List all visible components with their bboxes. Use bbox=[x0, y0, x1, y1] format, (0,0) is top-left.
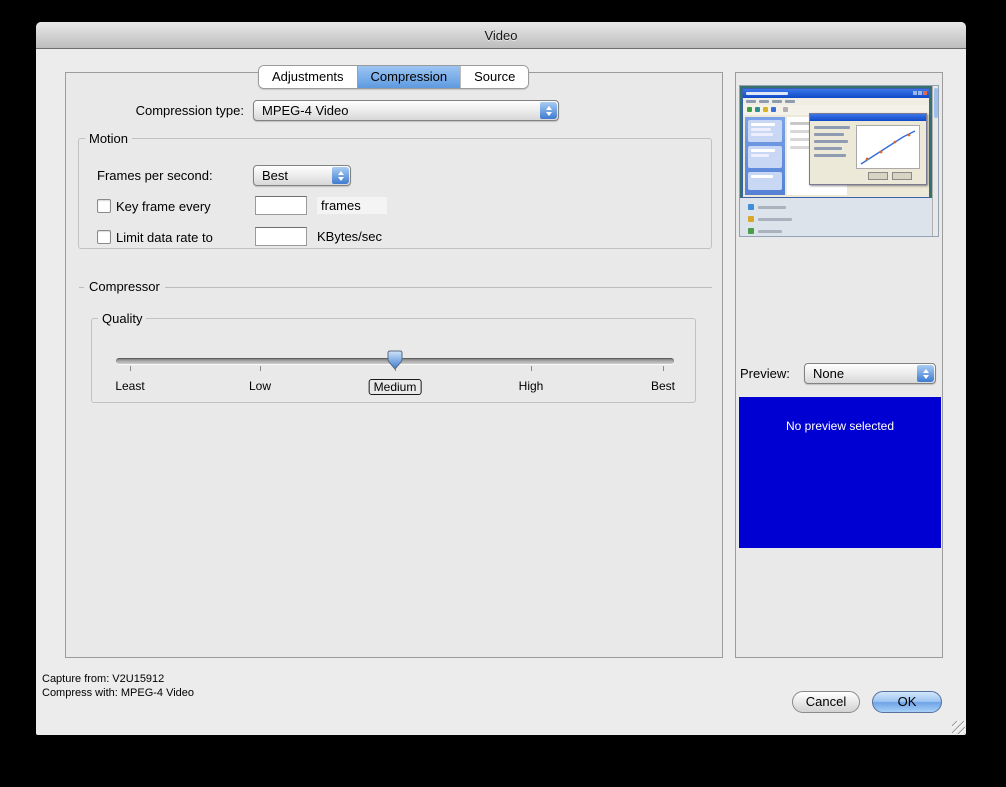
thumbnail-scrollbar bbox=[932, 86, 938, 236]
cancel-button[interactable]: Cancel bbox=[792, 691, 860, 713]
quality-slider-thumb[interactable] bbox=[387, 350, 403, 370]
compressor-divider bbox=[79, 287, 712, 288]
window-titlebar[interactable]: Video bbox=[36, 22, 966, 49]
preview-label: Preview: bbox=[740, 363, 790, 384]
task-pane-section bbox=[748, 120, 782, 142]
scrollbar-thumb bbox=[934, 88, 938, 118]
preview-thumbnail bbox=[739, 85, 939, 237]
motion-group-label: Motion bbox=[85, 131, 132, 146]
thumbnail-titlebar bbox=[743, 89, 929, 98]
task-pane-section bbox=[748, 172, 782, 190]
slider-tick bbox=[130, 366, 131, 371]
compression-type-select[interactable]: MPEG-4 Video bbox=[253, 100, 559, 121]
inner-dialog-button bbox=[868, 172, 888, 180]
fps-label: Frames per second: bbox=[97, 165, 213, 186]
quality-group: Quality Least Low Medium bbox=[91, 311, 696, 403]
compression-type-value: MPEG-4 Video bbox=[262, 101, 536, 120]
keyframe-input[interactable] bbox=[255, 196, 307, 215]
datarate-input[interactable] bbox=[255, 227, 307, 246]
slider-label-medium: Medium bbox=[369, 379, 422, 395]
slider-tick bbox=[531, 366, 532, 371]
toolbar-dot-icon bbox=[771, 107, 776, 112]
datarate-checkbox[interactable] bbox=[97, 230, 111, 244]
compression-settings-panel: Compression type: MPEG-4 Video Motion Fr… bbox=[65, 72, 723, 658]
thumbnail-title-text bbox=[746, 92, 788, 95]
datarate-unit-label: KBytes/sec bbox=[317, 227, 382, 246]
desktop-file-icon bbox=[748, 228, 754, 234]
tab-source[interactable]: Source bbox=[460, 66, 528, 88]
inner-dialog-button bbox=[892, 172, 912, 180]
tab-compression[interactable]: Compression bbox=[357, 66, 461, 88]
preview-select[interactable]: None bbox=[804, 363, 936, 384]
quality-group-label: Quality bbox=[98, 311, 146, 326]
slider-tick bbox=[260, 366, 261, 371]
stepper-icon bbox=[332, 167, 349, 184]
slider-label-low: Low bbox=[249, 379, 271, 393]
preview-value: None bbox=[813, 364, 913, 383]
capture-from-text: Capture from: V2U15912 bbox=[42, 673, 164, 686]
resize-grip[interactable] bbox=[952, 721, 965, 734]
thumbnail-minimize-icon bbox=[913, 91, 917, 95]
inner-dialog-titlebar bbox=[810, 114, 926, 121]
stepper-icon bbox=[917, 365, 934, 382]
slider-label-high: High bbox=[519, 379, 544, 393]
slider-label-best: Best bbox=[651, 379, 675, 393]
thumbnail-close-icon bbox=[923, 91, 927, 95]
toolbar-dot-icon bbox=[783, 107, 788, 112]
preview-display-area: No preview selected bbox=[739, 397, 941, 548]
stepper-icon bbox=[540, 102, 557, 119]
compressor-section: Compressor bbox=[79, 279, 712, 295]
tab-bar: Adjustments Compression Source bbox=[258, 65, 529, 89]
keyframe-unit-label: frames bbox=[317, 197, 387, 214]
compress-with-text: Compress with: MPEG-4 Video bbox=[42, 687, 194, 700]
thumbnail-app-window bbox=[742, 88, 930, 198]
fps-select[interactable]: Best bbox=[253, 165, 351, 186]
motion-group: Motion Frames per second: Best Key frame… bbox=[78, 131, 712, 249]
desktop-file-icon bbox=[748, 216, 754, 222]
thumbnail-maximize-icon bbox=[918, 91, 922, 95]
task-pane-section bbox=[748, 146, 782, 168]
fps-value: Best bbox=[262, 166, 328, 185]
datarate-label: Limit data rate to bbox=[116, 228, 213, 247]
thumbnail-desktop-area bbox=[740, 198, 938, 236]
thumbnail-task-pane bbox=[745, 117, 785, 195]
keyframe-label: Key frame every bbox=[116, 197, 211, 216]
preview-panel: Preview: None No preview selected bbox=[735, 72, 943, 658]
toolbar-dot-icon bbox=[755, 107, 760, 112]
ok-button[interactable]: OK bbox=[872, 691, 942, 713]
thumbnail-inner-dialog bbox=[809, 113, 927, 185]
tab-adjustments[interactable]: Adjustments bbox=[259, 66, 357, 88]
desktop-file-icon bbox=[748, 204, 754, 210]
slider-tick bbox=[663, 366, 664, 371]
compression-type-label: Compression type: bbox=[66, 100, 244, 121]
toolbar-dot-icon bbox=[747, 107, 752, 112]
compressor-section-label: Compressor bbox=[84, 279, 165, 294]
window-title: Video bbox=[484, 28, 517, 43]
keyframe-checkbox[interactable] bbox=[97, 199, 111, 213]
slider-label-least: Least bbox=[115, 379, 144, 393]
toolbar-dot-icon bbox=[763, 107, 768, 112]
video-dialog-window: Video Adjustments Compression Source Com… bbox=[36, 22, 966, 735]
no-preview-message: No preview selected bbox=[786, 419, 894, 433]
inner-dialog-chart bbox=[856, 125, 920, 169]
